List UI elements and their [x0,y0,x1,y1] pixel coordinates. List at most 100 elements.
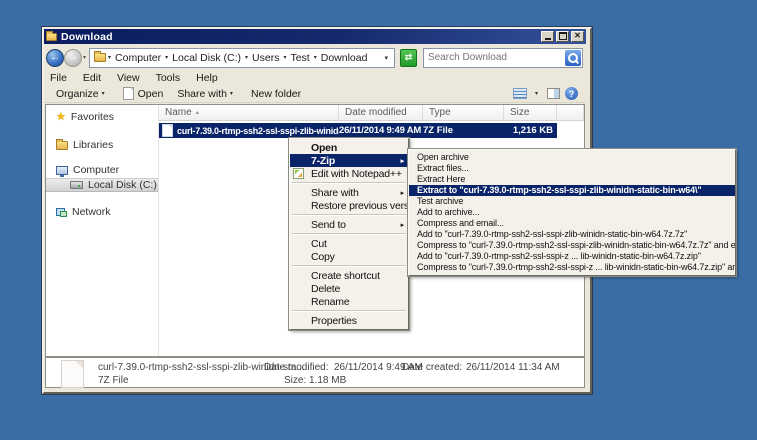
menu-view[interactable]: View [109,72,148,84]
close-button[interactable]: ✕ [571,31,584,42]
breadcrumb[interactable]: ▾ Computer ▾ Local Disk (C:) ▾ Users ▾ T… [89,48,395,68]
open-button[interactable]: Open [138,88,164,100]
search-button[interactable] [565,50,581,66]
submenu-item-test-archive[interactable]: Test archive [409,196,735,207]
column-header-size[interactable]: Size [504,105,557,121]
column-header-date-modified[interactable]: Date modified [339,105,423,121]
column-header-name[interactable]: Name ▴ [159,105,339,121]
minimize-button[interactable] [541,31,554,42]
table-row[interactable]: curl-7.39.0-rtmp-ssh2-ssl-sspi-zlib-wini… [159,123,557,138]
refresh-button[interactable]: ⇄ [400,49,417,67]
forward-button[interactable]: → [64,49,82,67]
sidebar-item-local-disk[interactable]: Local Disk (C:) [46,178,158,192]
change-view-caret-icon[interactable]: ▾ [535,90,538,97]
sidebar-item-computer[interactable]: Computer [46,163,158,177]
details-file-type: 7Z File [98,375,129,386]
submenu-item-extract-files[interactable]: Extract files... [409,163,735,174]
breadcrumb-separator-icon: ▾ [245,54,248,61]
submenu-item-compress-to-zip-and-email[interactable]: Compress to "curl-7.39.0-rtmp-ssh2-ssl-s… [409,262,735,273]
file-icon [162,124,173,137]
menu-tools[interactable]: Tools [148,72,189,84]
menu-edit[interactable]: Edit [75,72,109,84]
context-menu-item-copy[interactable]: Copy [290,250,408,263]
submenu-item-compress-to-7z-and-email[interactable]: Compress to "curl-7.39.0-rtmp-ssh2-ssl-s… [409,240,735,251]
sidebar-item-label: Libraries [73,139,113,151]
sidebar-item-label: Local Disk (C:) [88,179,157,191]
submenu-item-add-to-zip[interactable]: Add to "curl-7.39.0-rtmp-ssh2-ssl-sspi-z… [409,251,735,262]
context-menu-item-create-shortcut[interactable]: Create shortcut [290,269,408,282]
close-icon: ✕ [574,32,581,40]
context-menu-item-send-to[interactable]: Send to ▸ [290,218,408,231]
maximize-button[interactable] [556,31,569,42]
back-icon: ← [50,52,60,63]
share-with-caret-icon: ▾ [230,90,233,97]
context-menu-item-7zip[interactable]: 7-Zip ▸ [290,154,408,167]
sidebar-item-favorites[interactable]: ★ Favorites [46,110,158,124]
notepad-plus-plus-icon [293,168,304,179]
context-menu-item-edit-with-notepad[interactable]: Edit with Notepad++ [290,167,408,180]
breadcrumb-item-download[interactable]: Download [321,52,368,64]
organize-button[interactable]: Organize [56,88,99,100]
submenu-arrow-icon: ▸ [401,221,404,229]
breadcrumb-separator-icon: ▾ [314,54,317,61]
submenu-item-extract-to[interactable]: Extract to "curl-7.39.0-rtmp-ssh2-ssl-ss… [409,185,735,196]
open-file-icon [123,87,134,100]
breadcrumb-item-local-disk[interactable]: Local Disk (C:) [172,52,241,64]
minimize-icon [545,34,551,40]
breadcrumb-item-computer[interactable]: Computer [115,52,161,64]
menu-item-label: Send to [311,219,346,231]
submenu-item-add-to-7z[interactable]: Add to "curl-7.39.0-rtmp-ssh2-ssl-sspi-z… [409,229,735,240]
help-icon[interactable]: ? [565,87,578,100]
sidebar-item-network[interactable]: Network [46,205,158,219]
breadcrumb-item-test[interactable]: Test [290,52,309,64]
details-size-label: Size: [284,375,306,386]
search-icon [568,53,578,63]
column-label: Type [429,107,451,118]
file-date-modified: 26/11/2014 9:49 AM [339,125,423,136]
submenu-item-compress-and-email[interactable]: Compress and email... [409,218,735,229]
submenu-arrow-icon: ▸ [401,157,404,165]
forward-icon: → [68,52,78,63]
context-menu-item-restore-previous-versions[interactable]: Restore previous versions [290,199,408,212]
menu-separator [292,233,406,235]
breadcrumb-item-users[interactable]: Users [252,52,279,64]
preview-pane-icon[interactable] [547,88,560,99]
sidebar-item-label: Computer [73,164,119,176]
navigation-pane: ★ Favorites Libraries Computer Local Dis… [46,105,158,356]
column-header-type[interactable]: Type [423,105,504,121]
context-menu-item-delete[interactable]: Delete [290,282,408,295]
title-bar[interactable]: Download ✕ [44,29,586,44]
column-header-blank [557,105,584,121]
context-menu-item-share-with[interactable]: Share with ▸ [290,186,408,199]
details-date-created-value: 26/11/2014 11:34 AM [466,362,560,373]
address-dropdown-icon[interactable]: ▾ [385,54,391,62]
context-menu-item-properties[interactable]: Properties [290,314,408,327]
history-dropdown-icon[interactable]: ▾ [83,54,86,61]
context-menu-item-open[interactable]: Open [290,141,408,154]
submenu-item-extract-here[interactable]: Extract Here [409,174,735,185]
menu-file[interactable]: File [44,72,75,84]
refresh-icon: ⇄ [405,52,413,63]
context-menu-item-cut[interactable]: Cut [290,237,408,250]
menu-item-label: Edit with Notepad++ [311,168,402,180]
menu-item-label: Copy [311,251,335,263]
context-menu-item-rename[interactable]: Rename [290,295,408,308]
back-button[interactable]: ← [46,49,64,67]
share-with-button[interactable]: Share with [177,88,227,100]
file-type: 7Z File [423,125,504,136]
maximize-icon [559,32,567,40]
menu-item-label: Cut [311,238,327,250]
menu-item-label: 7-Zip [311,155,335,167]
menu-item-label: Properties [311,315,357,327]
menu-item-label: Share with [311,187,359,199]
submenu-item-open-archive[interactable]: Open archive [409,152,735,163]
submenu-item-add-to-archive[interactable]: Add to archive... [409,207,735,218]
new-folder-button[interactable]: New folder [251,88,301,100]
file-preview-icon [61,360,84,388]
change-view-icon[interactable] [513,88,527,99]
search-input[interactable] [424,52,565,63]
menu-help[interactable]: Help [188,72,226,84]
star-icon: ★ [56,112,66,123]
sidebar-item-libraries[interactable]: Libraries [46,138,158,152]
window-folder-icon [46,33,57,41]
